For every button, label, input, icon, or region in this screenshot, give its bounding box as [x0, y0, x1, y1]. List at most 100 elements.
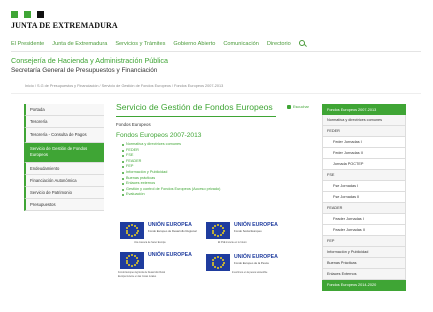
eu-star-icon [217, 224, 219, 226]
eu-star-icon [212, 258, 215, 261]
sidebar-item-financiacion[interactable]: Financiación Autonómica [24, 175, 104, 187]
eu-star-icon [219, 234, 222, 237]
right-sidebar: Fondos Europeos 2007-2013 Normativa y di… [322, 104, 406, 291]
speaker-icon [287, 105, 291, 109]
eu-star-icon [214, 234, 217, 237]
link-evaluacion[interactable]: Evaluación [116, 192, 296, 198]
right-nav-item[interactable]: FEADER [322, 203, 406, 214]
eu-logo-fund: Fondo Europeo de Desarrollo Regional [148, 229, 197, 233]
eu-star-icon [135, 262, 138, 265]
nav-directorio[interactable]: Directorio [267, 41, 291, 47]
eu-star-icon [128, 254, 131, 257]
brand-title[interactable]: JUNTA DE EXTREMADURA [11, 21, 118, 30]
eu-star-icon [217, 267, 219, 269]
eu-logo-fep: UNIÓN EUROPEA Fondo Europeo de la Pesca [206, 254, 286, 278]
nav-presidente[interactable]: El Presidente [11, 41, 44, 47]
main-content: Servicio de Gestión de Fondos Europeos F… [116, 102, 296, 198]
sidebar-item-portada[interactable]: Portada [24, 104, 104, 116]
eu-star-icon [211, 229, 214, 232]
right-nav-item[interactable]: Feader Jornadas II [322, 225, 406, 236]
eu-star-icon [217, 235, 219, 237]
eu-star-icon [222, 261, 225, 264]
page-subheading: Fondos Europeos [116, 122, 151, 127]
eu-flag-icon [120, 222, 144, 239]
right-nav-item[interactable]: Enlaces Externos [322, 269, 406, 280]
nav-junta[interactable]: Junta de Extremadura [52, 41, 107, 47]
eu-logo-fund: Fondo Social Europeo [234, 229, 262, 233]
eu-star-icon [212, 226, 215, 229]
logo-square-green-2 [24, 11, 31, 18]
right-nav-item[interactable]: Jornada POCTEP [322, 159, 406, 170]
right-nav-item[interactable]: FEP [322, 236, 406, 247]
eu-flag-icon [120, 252, 144, 269]
eu-star-icon [214, 266, 217, 269]
sidebar-item-patrimonio[interactable]: Servicio de Patrimonio [24, 187, 104, 199]
left-sidebar: Portada Tesorería Tesorería - Consulta d… [24, 104, 104, 211]
listen-button[interactable]: Escuchar [287, 105, 309, 109]
eu-star-icon [211, 261, 214, 264]
secretaria-title: Secretaría General de Presupuestos y Fin… [11, 67, 158, 74]
right-nav-item[interactable]: Normativa y directrices comunes [322, 115, 406, 126]
eu-star-icon [221, 258, 224, 261]
sidebar-item-fondos-europeos[interactable]: Servicio de Gestión de Fondos Europeos [24, 143, 104, 163]
section-title: Fondos Europeos 2007-2013 [116, 132, 202, 139]
sidebar-item-consulta-pagos[interactable]: Tesorería - Consulta de Pagos [24, 128, 104, 143]
eu-star-icon [135, 256, 138, 259]
right-nav-item[interactable]: Feder Jornadas I [322, 137, 406, 148]
eu-logo-title: UNIÓN EUROPEA [148, 222, 192, 228]
eu-star-icon [133, 234, 136, 237]
eu-star-icon [221, 226, 224, 229]
eu-star-icon [219, 266, 222, 269]
eu-star-icon [136, 229, 139, 232]
eu-logo-motto: Europa invierte en las zonas rurales [118, 275, 157, 278]
eu-star-icon [214, 256, 217, 259]
breadcrumb[interactable]: Inicio / S.G de Presupuestos y Financiac… [25, 84, 223, 88]
nav-servicios[interactable]: Servicios y Trámites [115, 41, 165, 47]
eu-star-icon [136, 259, 139, 262]
right-nav-item[interactable]: Información y Publicidad [322, 247, 406, 258]
page-title: Servicio de Gestión de Fondos Europeos [116, 102, 273, 112]
eu-star-icon [131, 265, 133, 267]
sidebar-item-presupuestos[interactable]: Presupuestos [24, 199, 104, 211]
eu-logo-motto: Invertimos en la pesca sostenible [232, 271, 268, 274]
eu-star-icon [131, 224, 133, 226]
eu-star-icon [126, 226, 129, 229]
eu-star-icon [135, 232, 138, 235]
eu-flag-icon [206, 222, 230, 239]
logo-square-black [37, 11, 44, 18]
right-nav-footer[interactable]: Fondos Europeos 2014-2020 [322, 280, 406, 291]
right-nav-item[interactable]: FEDER [322, 126, 406, 137]
right-nav-item[interactable]: Fse Jornadas II [322, 192, 406, 203]
eu-star-icon [135, 226, 138, 229]
fund-links-list: Normativa y directrices comunes FEDER FS… [116, 142, 296, 198]
eu-star-icon [125, 229, 128, 232]
right-nav-item[interactable]: Buenas Prácticas [322, 258, 406, 269]
title-divider [116, 116, 276, 117]
eu-logo-fund: Fondo Europeo Agrícola de Desarrollo Rur… [118, 271, 166, 274]
listen-label: Escuchar [293, 105, 309, 109]
eu-logo-title: UNIÓN EUROPEA [148, 252, 192, 258]
top-nav: El Presidente Junta de Extremadura Servi… [11, 40, 307, 48]
nav-divider [11, 51, 421, 52]
search-icon[interactable] [298, 40, 307, 48]
eu-star-icon [131, 235, 133, 237]
right-nav-item[interactable]: Feder Jornadas II [322, 148, 406, 159]
eu-star-icon [221, 232, 224, 235]
sidebar-item-tesoreria[interactable]: Tesorería [24, 116, 104, 128]
logo-mark [11, 11, 44, 18]
eu-star-icon [222, 229, 225, 232]
eu-logo-fund: Fondo Europeo de la Pesca [234, 261, 269, 265]
right-nav-item[interactable]: Feader Jornadas I [322, 214, 406, 225]
consejeria-title[interactable]: Consejería de Hacienda y Administración … [11, 56, 168, 65]
nav-gobierno-abierto[interactable]: Gobierno Abierto [173, 41, 215, 47]
eu-star-icon [214, 224, 217, 227]
eu-star-icon [133, 264, 136, 267]
logo-square-green-1 [11, 11, 18, 18]
breadcrumb-divider [11, 93, 421, 94]
sidebar-item-endeudamiento[interactable]: Endeudamiento [24, 163, 104, 175]
right-nav-item[interactable]: Fse Jornadas I [322, 181, 406, 192]
right-nav-item[interactable]: FSE [322, 170, 406, 181]
eu-logo-motto: El FSE invierte en tu futuro [218, 241, 247, 244]
nav-comunicacion[interactable]: Comunicación [223, 41, 258, 47]
right-nav-header[interactable]: Fondos Europeos 2007-2013 [322, 104, 406, 115]
